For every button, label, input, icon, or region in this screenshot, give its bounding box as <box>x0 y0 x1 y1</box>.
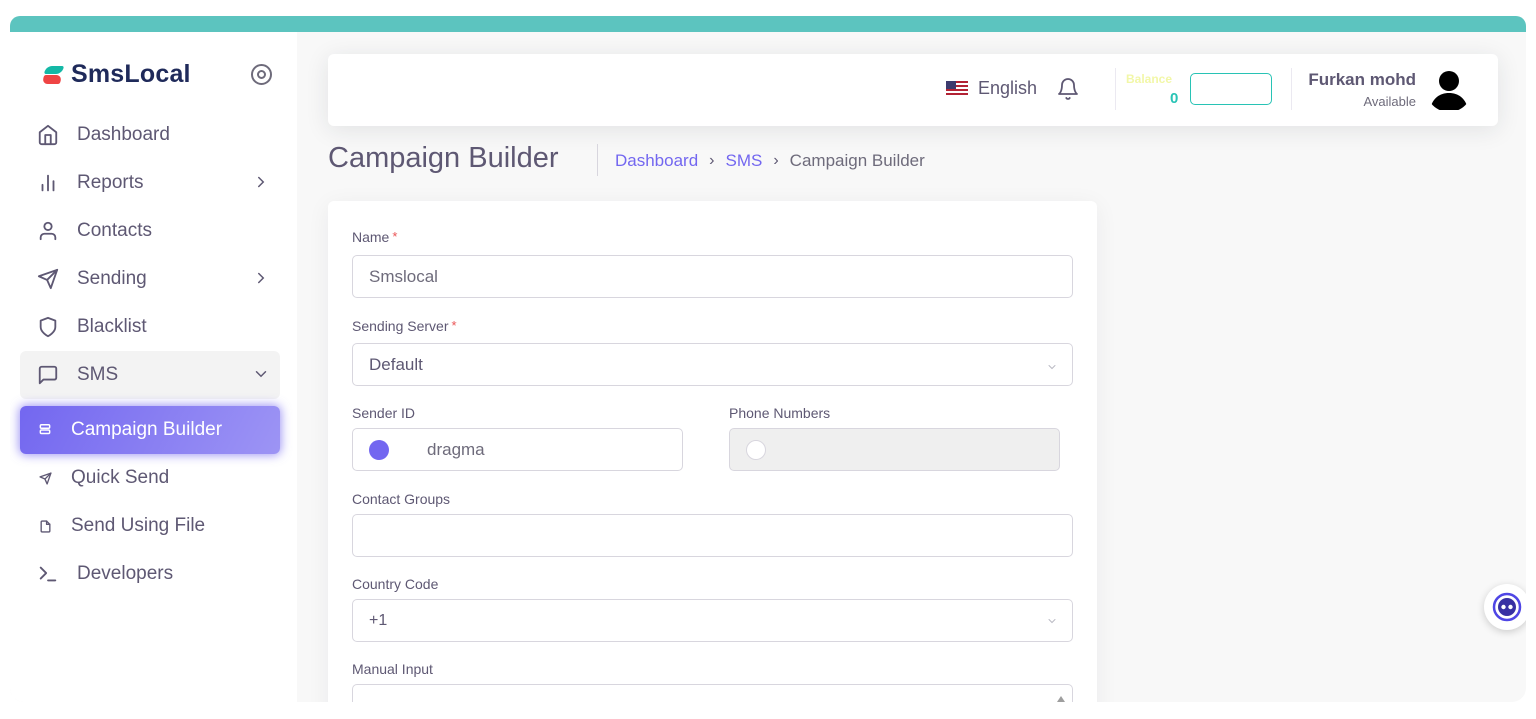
app-frame: SmsLocal Dashboard Reports Contacts Send… <box>10 32 1526 702</box>
chevron-right-icon: › <box>773 152 779 169</box>
contact-groups-select[interactable] <box>352 514 1073 557</box>
name-input-value: Smslocal <box>369 266 438 286</box>
terminal-icon <box>36 562 60 586</box>
language-selector[interactable]: English <box>946 78 1037 99</box>
manual-input-textarea[interactable] <box>352 684 1073 702</box>
home-icon <box>36 123 60 147</box>
chevron-down-icon <box>1046 614 1058 626</box>
send-icon <box>36 267 60 291</box>
sending-server-select[interactable]: Default <box>352 343 1073 386</box>
sender-id-option[interactable]: dragma <box>352 428 683 471</box>
sending-server-label: Sending Server * <box>352 318 457 334</box>
sidebar-item-send-using-file[interactable]: Send Using File <box>20 502 280 550</box>
sidebar-item-label: Send Using File <box>71 515 206 536</box>
required-asterisk: * <box>451 318 457 333</box>
country-code-label: Country Code <box>352 576 439 592</box>
navbar-divider <box>1115 68 1116 110</box>
breadcrumb-current: Campaign Builder <box>789 151 925 170</box>
campaign-form-card: Name * Smslocal Sending Server * Default S… <box>328 201 1097 702</box>
sending-server-value: Default <box>369 354 423 374</box>
contact-groups-label: Contact Groups <box>352 491 451 507</box>
name-label: Name * <box>352 229 398 245</box>
user-icon <box>36 219 60 243</box>
title-divider <box>597 144 598 176</box>
sidebar-item-label: SMS <box>77 364 119 385</box>
phone-numbers-option[interactable] <box>729 428 1060 471</box>
chat-bot-icon <box>1492 592 1522 622</box>
manual-input-label: Manual Input <box>352 661 433 677</box>
top-color-strip <box>10 16 1526 32</box>
page-title: Campaign Builder <box>328 142 559 174</box>
chat-widget-button[interactable] <box>1484 584 1526 630</box>
sidebar-item-reports[interactable]: Reports <box>20 159 280 207</box>
chevron-down-icon <box>1046 358 1058 370</box>
sidebar-item-campaign-builder[interactable]: Campaign Builder <box>20 406 280 454</box>
sender-id-label: Sender ID <box>352 405 416 421</box>
send-icon <box>36 466 54 490</box>
user-name[interactable]: Furkan mohd <box>1308 70 1416 90</box>
sidebar-item-label: Campaign Builder <box>71 419 223 440</box>
chevron-right-icon <box>252 269 270 287</box>
brand-name: SmsLocal <box>71 60 191 88</box>
sidebar-item-quick-send[interactable]: Quick Send <box>20 454 280 502</box>
sidebar-item-label: Sending <box>77 268 147 289</box>
sidebar-item-contacts[interactable]: Contacts <box>20 207 280 255</box>
chevron-right-icon: › <box>709 152 715 169</box>
chevron-down-icon <box>252 365 270 383</box>
breadcrumb: Dashboard › SMS › Campaign Builder <box>615 151 925 171</box>
us-flag-icon <box>946 81 968 96</box>
breadcrumb-sms[interactable]: SMS <box>726 151 763 171</box>
required-asterisk: * <box>392 229 398 244</box>
sidebar-item-label: Blacklist <box>77 316 147 337</box>
navbar-divider <box>1291 68 1292 110</box>
chevron-right-icon <box>252 173 270 191</box>
sidebar-item-sms[interactable]: SMS <box>20 351 280 399</box>
sidebar-item-label: Reports <box>77 172 144 193</box>
phone-numbers-radio[interactable] <box>746 439 766 460</box>
sidebar-item-label: Quick Send <box>71 467 170 488</box>
balance-label: Balance <box>1126 72 1173 86</box>
sidebar-collapse-toggle-icon[interactable] <box>251 64 272 85</box>
sidebar-item-label: Developers <box>77 563 174 584</box>
smslocal-logo-icon <box>41 64 65 86</box>
balance-button[interactable] <box>1190 73 1272 105</box>
file-icon <box>36 514 54 538</box>
brand-logo-link[interactable]: SmsLocal <box>41 60 191 89</box>
balance-value: 0 <box>1170 90 1179 107</box>
sidebar-item-label: Dashboard <box>77 124 170 145</box>
avatar[interactable] <box>1426 66 1472 112</box>
breadcrumb-dashboard[interactable]: Dashboard <box>615 151 698 171</box>
sender-id-value: dragma <box>427 439 485 459</box>
bar-chart-icon <box>36 171 60 195</box>
name-input[interactable]: Smslocal <box>352 255 1073 298</box>
scroll-up-arrow-icon[interactable] <box>1056 689 1066 702</box>
sidebar: SmsLocal Dashboard Reports Contacts Send… <box>10 32 297 702</box>
sidebar-item-sending[interactable]: Sending <box>20 255 280 303</box>
top-navbar: English Balance 0 Furkan mohd Available <box>328 54 1498 126</box>
sidebar-item-developers[interactable]: Developers <box>20 550 280 598</box>
shield-icon <box>36 315 60 339</box>
language-label: English <box>978 78 1038 98</box>
country-code-value: +1 <box>369 611 388 629</box>
country-code-select[interactable]: +1 <box>352 599 1073 642</box>
sender-id-radio[interactable] <box>369 439 389 460</box>
bell-icon[interactable] <box>1056 77 1080 101</box>
sidebar-item-blacklist[interactable]: Blacklist <box>20 303 280 351</box>
database-icon <box>36 418 54 442</box>
phone-numbers-label: Phone Numbers <box>729 405 831 421</box>
user-status: Available <box>1363 94 1416 109</box>
sidebar-item-label: Contacts <box>77 220 152 241</box>
sidebar-item-dashboard[interactable]: Dashboard <box>20 111 280 159</box>
message-square-icon <box>36 363 60 387</box>
